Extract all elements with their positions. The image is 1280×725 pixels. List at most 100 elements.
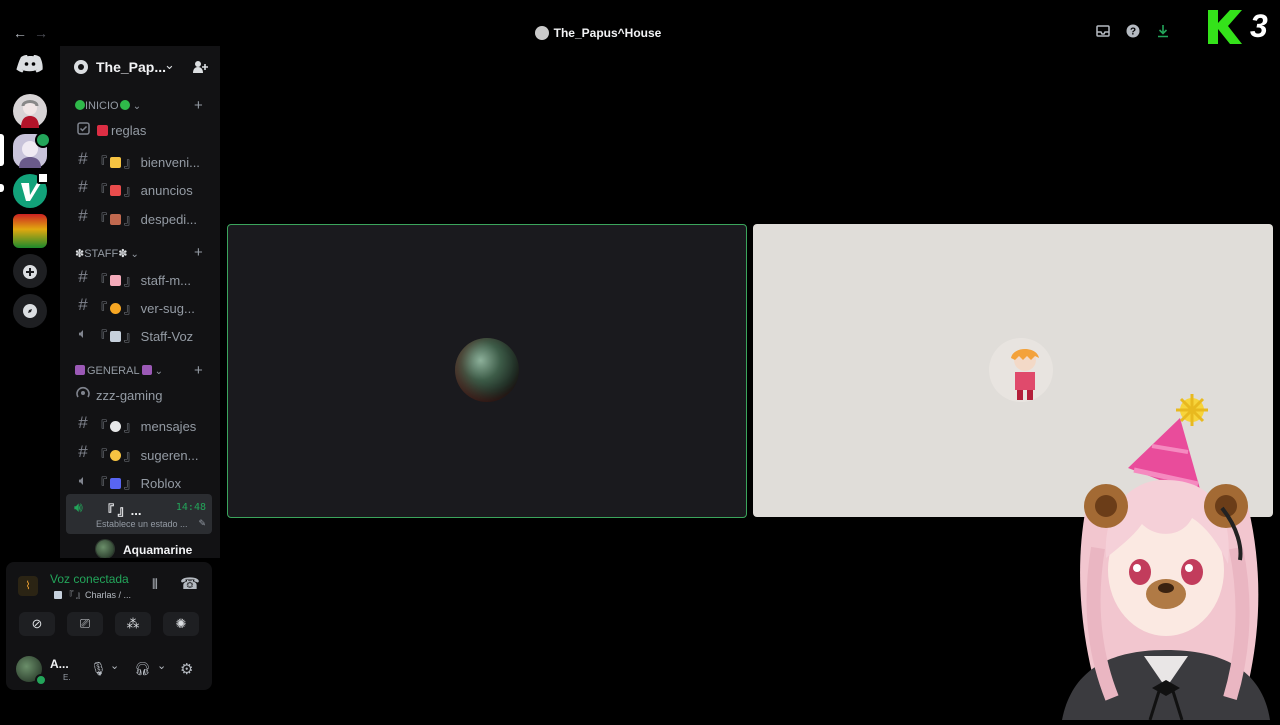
- channel-name: Roblox: [140, 476, 182, 491]
- hashtag-icon: #: [78, 295, 88, 314]
- server-icon-flag[interactable]: [13, 214, 47, 248]
- channel-despedida[interactable]: # 『』 despedi...: [68, 203, 212, 229]
- channel-name: anuncios: [140, 183, 193, 198]
- category-label: GENERAL: [87, 365, 140, 377]
- channel-name: mensajes: [140, 419, 197, 434]
- green-circle-icon: [75, 100, 85, 110]
- voice-member[interactable]: Aquamarine: [90, 538, 210, 558]
- online-status-icon: [35, 674, 47, 686]
- participant-avatar: [989, 338, 1053, 402]
- discord-home-button[interactable]: [13, 46, 47, 80]
- headphones-icon[interactable]: 🎧︎: [134, 661, 151, 677]
- channel-bienvenida[interactable]: # 『』 bienveni...: [68, 146, 212, 172]
- screen-share-icon: ⎚: [79, 616, 91, 631]
- compass-icon: [23, 303, 37, 318]
- server-icon-maid[interactable]: [13, 94, 47, 128]
- voice-status[interactable]: Voz conectada: [50, 572, 129, 586]
- camera-off-button[interactable]: ⊘: [19, 612, 55, 636]
- active-voice-channel[interactable]: 🔊︎ 『 』... 14:48 Establece un estado ... …: [66, 494, 212, 534]
- category-label: STAFF: [84, 248, 119, 260]
- rules-checkbox-icon: [74, 120, 92, 140]
- hashtag-icon: #: [78, 413, 88, 432]
- hashtag-icon: #: [78, 267, 88, 286]
- k-logo-icon: [1208, 10, 1242, 44]
- voice-connection-panel: ⌇ Voz conectada 『 』Charlas / ... ⫴ ☎ ⊘ ⎚…: [6, 562, 212, 690]
- book-emoji-icon: [97, 125, 108, 136]
- channel-name: zzz-gaming: [96, 388, 163, 403]
- active-server-indicator: [0, 134, 4, 166]
- settings-gear-icon[interactable]: ⚙: [180, 660, 193, 678]
- guild-name: The_Pap...: [96, 59, 167, 75]
- add-server-button[interactable]: [13, 254, 47, 288]
- category-staff[interactable]: ✽STAFF✽ ⌄ +: [60, 244, 220, 261]
- download-icon[interactable]: [1155, 24, 1171, 40]
- disconnect-icon[interactable]: ☎: [180, 574, 200, 594]
- speaker-icon: 🔈︎: [78, 472, 88, 488]
- microphone-icon[interactable]: 🎙︎: [90, 661, 107, 677]
- server-icon-active[interactable]: [13, 132, 51, 168]
- explore-servers-button[interactable]: [13, 294, 47, 328]
- help-icon[interactable]: ?: [1125, 24, 1141, 40]
- user-name: A...: [50, 657, 69, 671]
- participant-avatar: [455, 338, 519, 402]
- hashtag-icon: #: [78, 149, 88, 168]
- speech-bubble-emoji-icon: [110, 421, 122, 432]
- chevron-down-icon[interactable]: ⌄: [157, 659, 166, 672]
- streamer-logo: 3: [1206, 8, 1276, 46]
- add-channel-plus-icon[interactable]: +: [194, 97, 203, 114]
- channel-reglas[interactable]: reglas: [68, 117, 212, 143]
- channel-name: bienveni...: [140, 155, 200, 170]
- user-substatus: E.: [63, 673, 71, 682]
- hashtag-icon: #: [78, 177, 88, 196]
- set-status-text[interactable]: Establece un estado ...: [96, 519, 188, 529]
- channel-roblox[interactable]: 🔈︎ 『』 Roblox: [68, 467, 212, 493]
- add-channel-plus-icon[interactable]: +: [194, 362, 203, 379]
- member-name: Aquamarine: [123, 543, 193, 557]
- add-channel-plus-icon[interactable]: +: [194, 244, 203, 261]
- add-member-icon[interactable]: [192, 59, 208, 75]
- channel-name: Staff-Voz: [140, 329, 194, 344]
- chevron-down-icon: ⌄: [132, 101, 142, 112]
- participant-tile-speaking[interactable]: [227, 224, 747, 518]
- server-avatar-icon: [534, 26, 549, 40]
- floppy-emoji-icon: [75, 365, 85, 375]
- plus-icon: [23, 264, 37, 279]
- thinking-emoji-icon: [110, 450, 122, 461]
- screen-share-button[interactable]: ⎚: [67, 612, 103, 636]
- chevron-down-icon[interactable]: ⌄: [164, 57, 175, 73]
- activities-button[interactable]: ⁂: [115, 612, 151, 636]
- guild-header[interactable]: The_Pap... ⌄: [60, 46, 220, 88]
- soundboard-icon: ✺: [175, 616, 187, 631]
- channel-zzz-gaming[interactable]: zzz-gaming: [68, 382, 212, 408]
- voice-activity-icon: [35, 132, 51, 148]
- category-general[interactable]: GENERAL ⌄ +: [60, 362, 220, 379]
- speaker-active-icon: 🔊︎: [74, 499, 83, 515]
- channel-mensajes[interactable]: # 『』 mensajes: [68, 410, 212, 436]
- channel-ver-sug[interactable]: # 『』 ver-sug...: [68, 292, 212, 318]
- gear-emoji-icon: ✽: [118, 248, 128, 260]
- hashtag-icon: #: [78, 206, 88, 225]
- noise-suppression-icon[interactable]: ⫴: [152, 576, 158, 593]
- unread-indicator: [0, 184, 4, 192]
- channel-staff-m[interactable]: # 『』 staff-m...: [68, 264, 212, 290]
- server-icon-v[interactable]: [13, 172, 49, 208]
- chevron-down-icon[interactable]: ⌄: [110, 659, 119, 672]
- category-inicio[interactable]: INICIO ⌄ +: [60, 97, 220, 114]
- soundboard-button[interactable]: ✺: [163, 612, 199, 636]
- channel-name: reglas: [111, 123, 147, 138]
- face-emoji-icon: [110, 303, 122, 314]
- notification-badge: [37, 172, 49, 184]
- floppy-emoji-icon: [141, 365, 152, 375]
- channel-name: despedi...: [140, 212, 198, 227]
- voice-channel-link[interactable]: 『 』Charlas / ...: [54, 588, 131, 601]
- gamepad-emoji-icon: [110, 478, 122, 489]
- channel-staff-voz[interactable]: 🔈︎ 『』 Staff-Voz: [68, 320, 212, 346]
- channel-name: sugeren...: [140, 448, 199, 463]
- channel-anuncios[interactable]: # 『』 anuncios: [68, 174, 212, 200]
- title-bar: ← → The_Papus^House ?: [0, 20, 1196, 46]
- inbox-icon[interactable]: [1095, 24, 1111, 40]
- signal-icon[interactable]: ⌇: [18, 576, 38, 596]
- channel-sugerencias[interactable]: # 『』 sugeren...: [68, 439, 212, 465]
- speaker-emoji-icon: [54, 591, 62, 599]
- pencil-icon[interactable]: ✎: [198, 518, 206, 529]
